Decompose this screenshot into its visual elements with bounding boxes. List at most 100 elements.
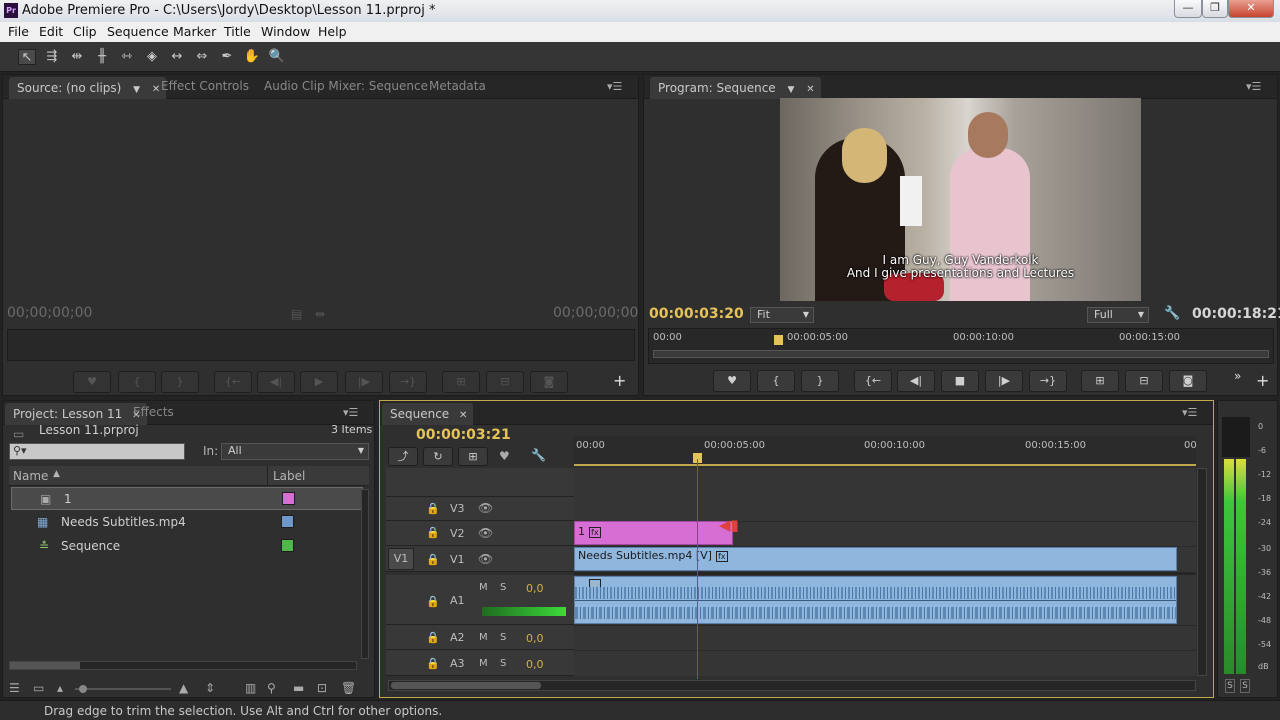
add-marker-button[interactable]: ♥ bbox=[73, 371, 111, 393]
eye-icon[interactable]: 👁 bbox=[478, 526, 493, 540]
scroll-thumb[interactable] bbox=[391, 682, 541, 689]
program-timecode-current[interactable]: 00:00:03:20 bbox=[649, 306, 744, 322]
playhead-line[interactable] bbox=[697, 459, 698, 679]
track-label[interactable]: V3 bbox=[450, 502, 465, 515]
playhead-marker-icon[interactable] bbox=[774, 335, 783, 345]
minimize-button[interactable]: — bbox=[1174, 0, 1202, 18]
add-marker-timeline-button[interactable]: ⊞ bbox=[458, 447, 488, 466]
linked-selection-button[interactable]: ↻ bbox=[423, 447, 453, 466]
source-timecode-in[interactable]: 00;00;00;00 bbox=[7, 305, 92, 321]
go-to-out-button[interactable]: →} bbox=[389, 371, 427, 393]
menu-marker[interactable]: Marker bbox=[173, 24, 216, 39]
track-label[interactable]: A2 bbox=[450, 631, 465, 644]
lock-icon[interactable]: 🔒 bbox=[426, 657, 440, 670]
mute-button[interactable]: M bbox=[479, 658, 488, 669]
close-icon[interactable]: ✕ bbox=[459, 410, 467, 421]
icon-view-icon[interactable]: ▭ bbox=[33, 681, 44, 695]
lock-icon[interactable]: 🔒 bbox=[426, 502, 440, 515]
rolling-edit-tool-icon[interactable]: ╫ bbox=[93, 49, 111, 65]
lock-icon[interactable]: 🔒 bbox=[426, 526, 440, 539]
pen-tool-icon[interactable]: ✒ bbox=[218, 49, 236, 65]
zoom-slider-thumb[interactable] bbox=[79, 685, 87, 693]
snap-button[interactable]: ⤴ bbox=[388, 447, 418, 466]
automate-to-sequence-icon[interactable]: ▥ bbox=[245, 681, 256, 695]
solo-button[interactable]: S bbox=[500, 582, 506, 593]
export-frame-button[interactable]: ◙ bbox=[530, 371, 568, 393]
mute-button[interactable]: M bbox=[479, 582, 488, 593]
search-input[interactable]: ⚲▾ bbox=[9, 443, 185, 460]
extract-button[interactable]: ⊟ bbox=[1125, 370, 1163, 392]
timeline-ruler[interactable]: 00:00 00:00:05:00 00:00:10:00 00:00:15:0… bbox=[574, 436, 1197, 466]
timeline-h-scrollbar[interactable] bbox=[388, 680, 1196, 691]
mute-button[interactable]: M bbox=[479, 632, 488, 643]
eye-icon[interactable]: 👁 bbox=[478, 501, 493, 515]
trash-icon[interactable]: 🗑 bbox=[341, 681, 356, 695]
column-name[interactable]: Name bbox=[13, 469, 48, 483]
lock-icon[interactable]: 🔒 bbox=[426, 553, 440, 566]
timeline-track-area[interactable] bbox=[574, 468, 1196, 676]
slip-tool-icon[interactable]: ↔ bbox=[168, 49, 186, 65]
wrench-icon[interactable]: 🔧 bbox=[1164, 306, 1180, 321]
tab-metadata[interactable]: Metadata bbox=[429, 79, 486, 97]
add-button-icon[interactable]: + bbox=[1256, 371, 1269, 390]
close-button[interactable]: ✕ bbox=[1228, 0, 1274, 18]
chevron-down-icon[interactable]: ▼ bbox=[133, 85, 140, 95]
stop-button[interactable]: ■ bbox=[941, 370, 979, 392]
project-item-1[interactable]: ▣ 1 bbox=[11, 487, 363, 510]
label-color-swatch[interactable] bbox=[281, 539, 294, 552]
lock-icon[interactable]: 🔒 bbox=[426, 631, 440, 644]
label-color-swatch[interactable] bbox=[281, 515, 294, 528]
project-item-sequence[interactable]: ≛ Sequence bbox=[11, 535, 363, 558]
go-to-in-button[interactable]: {← bbox=[214, 371, 252, 393]
track-select-tool-icon[interactable]: ⇶ bbox=[43, 49, 61, 65]
insert-button[interactable]: ⊞ bbox=[442, 371, 480, 393]
find-icon[interactable]: ⚲ bbox=[267, 681, 276, 695]
in-select[interactable]: All ▼ bbox=[221, 443, 369, 460]
close-icon[interactable]: ✕ bbox=[152, 84, 160, 95]
solo-button[interactable]: S bbox=[500, 658, 506, 669]
zoom-scroll-bar[interactable] bbox=[653, 350, 1269, 358]
tab-effect-controls[interactable]: Effect Controls bbox=[161, 79, 249, 97]
export-frame-button[interactable]: ◙ bbox=[1169, 370, 1207, 392]
solo-right-button[interactable]: S bbox=[1240, 679, 1250, 693]
panel-menu-icon[interactable]: ▾☰ bbox=[1246, 80, 1261, 93]
track-volume[interactable]: 0,0 bbox=[526, 658, 544, 671]
lock-icon[interactable]: 🔒 bbox=[426, 595, 440, 608]
lift-button[interactable]: ⊞ bbox=[1081, 370, 1119, 392]
tab-sequence[interactable]: Sequence ✕ bbox=[382, 403, 474, 425]
maximize-button[interactable]: ❐ bbox=[1202, 0, 1228, 18]
track-label[interactable]: A1 bbox=[450, 594, 465, 607]
timeline-v-scrollbar[interactable] bbox=[1197, 468, 1207, 676]
project-v-scrollbar[interactable] bbox=[361, 489, 369, 659]
panel-menu-icon[interactable]: ▾☰ bbox=[1182, 406, 1197, 419]
step-forward-button[interactable]: |▶ bbox=[345, 371, 383, 393]
go-to-in-button[interactable]: {← bbox=[854, 370, 892, 392]
overwrite-button[interactable]: ⊟ bbox=[486, 371, 524, 393]
hand-tool-icon[interactable]: ✋ bbox=[243, 49, 261, 65]
ripple-edit-tool-icon[interactable]: ⇹ bbox=[68, 49, 86, 65]
slide-tool-icon[interactable]: ⇔ bbox=[193, 49, 211, 65]
razor-tool-icon[interactable]: ◈ bbox=[143, 49, 161, 65]
add-marker-button[interactable]: ♥ bbox=[713, 370, 751, 392]
tab-effects[interactable]: Effects bbox=[133, 405, 174, 423]
tab-program[interactable]: Program: Sequence ▼ ✕ bbox=[650, 77, 821, 99]
tab-project[interactable]: Project: Lesson 11 ✕ bbox=[5, 403, 147, 425]
track-label[interactable]: A3 bbox=[450, 657, 465, 670]
clip-needs-subtitles-audio[interactable]: fx bbox=[574, 576, 1177, 624]
track-volume[interactable]: 0,0 bbox=[526, 582, 544, 595]
drag-video-icon[interactable]: ⇹ bbox=[315, 307, 325, 321]
more-controls-icon[interactable]: » bbox=[1234, 369, 1241, 383]
panel-menu-icon[interactable]: ▾☰ bbox=[607, 80, 622, 93]
zoom-fit-select[interactable]: Fit ▼ bbox=[750, 307, 814, 323]
step-back-button[interactable]: ◀| bbox=[257, 371, 295, 393]
film-icon[interactable]: ▤ bbox=[291, 307, 302, 321]
program-video-frame[interactable]: I am Guy, Guy Vanderkolk And I give pres… bbox=[780, 98, 1141, 301]
list-view-icon[interactable]: ☰ bbox=[9, 681, 20, 695]
column-label[interactable]: Label bbox=[273, 469, 305, 483]
new-bin-icon[interactable]: ▬ bbox=[293, 681, 304, 695]
menu-clip[interactable]: Clip bbox=[73, 24, 97, 39]
timeline-timecode[interactable]: 00:00:03:21 bbox=[416, 427, 511, 443]
new-item-icon[interactable]: ⊡ bbox=[317, 681, 327, 695]
chevron-down-icon[interactable]: ▼ bbox=[788, 85, 795, 95]
eye-icon[interactable]: 👁 bbox=[478, 552, 493, 566]
